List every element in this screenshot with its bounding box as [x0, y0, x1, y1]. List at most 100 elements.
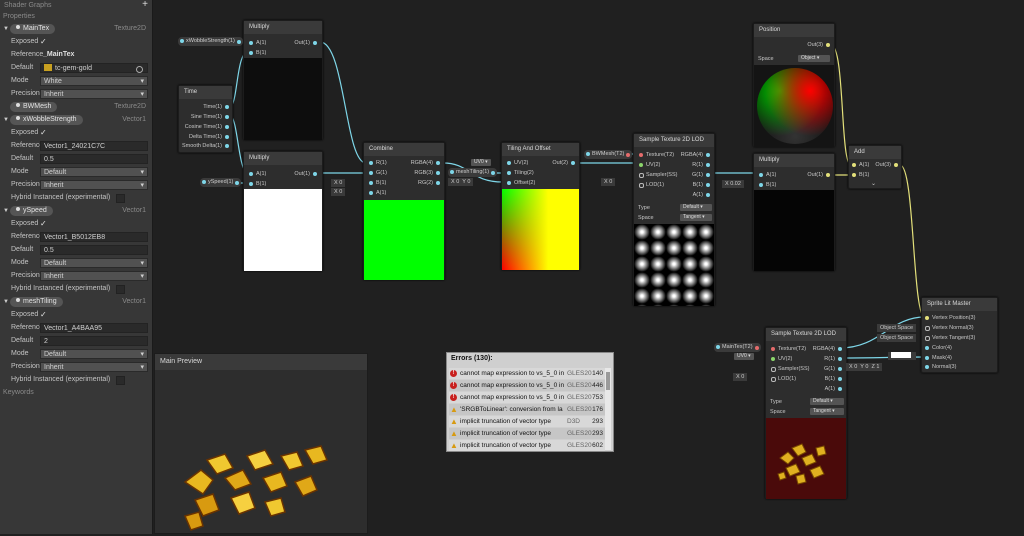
object-space-dropdown[interactable]: Object Space [877, 334, 917, 342]
sprite-lit-master-node[interactable]: Sprite Lit Master Vertex Position(3) Ver… [921, 297, 998, 373]
time-node[interactable]: Time Time(1) Sine Time(1) Cosine Time(1)… [178, 85, 233, 153]
output-port[interactable]: Out(3) [807, 42, 831, 48]
output-port-b[interactable]: B(1) [825, 376, 843, 382]
add-node[interactable]: Add A(1) B(1) Out(3) ⌄ [848, 145, 902, 189]
uv-channel-dropdown[interactable]: UV0 [471, 159, 491, 166]
main-preview-panel[interactable]: Main Preview [154, 353, 368, 534]
output-port-r[interactable]: R(1) [824, 356, 843, 362]
output-port-r[interactable]: R(1) [692, 162, 711, 168]
inline-x-field[interactable]: X 0 [733, 373, 748, 381]
input-port-uv[interactable]: UV(2) [506, 160, 528, 166]
inline-xy-field[interactable]: X 0 Y 0 [448, 178, 474, 186]
output-port-rgb[interactable]: RGB(3) [414, 170, 441, 176]
warning-row[interactable]: ▲ implicit truncation of vector type GLES2… [449, 440, 605, 451]
error-row[interactable]: ! cannot map expression to vs_5_0 in GLES2… [449, 368, 605, 379]
output-port-time[interactable]: Time(1) [203, 104, 230, 110]
output-port[interactable]: Out(3) [875, 162, 899, 168]
input-port-mask[interactable]: Mask(4) [924, 355, 952, 361]
inline-x-field[interactable]: X 0 [601, 178, 616, 186]
output-port-rgba[interactable]: RGBA(4) [813, 346, 843, 352]
input-port-a[interactable]: A(1) [248, 40, 266, 46]
combine-node[interactable]: Combine R(1) G(1) B(1) A(1) RGBA(4) RGB(… [363, 142, 445, 280]
multiply-node[interactable]: Multiply A(1) B(1) Out(1) [243, 20, 323, 140]
input-port-sampler[interactable]: Sampler(SS) [770, 366, 809, 372]
input-port-vertex-tangent[interactable]: Vertex Tangent(3) [924, 335, 975, 341]
output-port-g[interactable]: G(1) [824, 366, 843, 372]
sample-texture-lod-node[interactable]: Sample Texture 2D LOD Texture(T2) UV(2) … [765, 327, 847, 499]
pin-maintex[interactable]: MainTex(T2) [714, 343, 761, 352]
input-port-a[interactable]: A(1) [758, 172, 776, 178]
output-port-rgba[interactable]: RGBA(4) [411, 160, 441, 166]
multiply-node[interactable]: Multiply A(1) B(1) Out(1) [243, 151, 323, 271]
object-space-dropdown[interactable]: Object Space [877, 324, 917, 332]
input-port-b[interactable]: B(1) [851, 172, 869, 178]
output-port-g[interactable]: G(1) [692, 172, 711, 178]
warning-row[interactable]: ▲ 'SRGBToLinear': conversion from la GLES2… [449, 404, 605, 415]
warning-row[interactable]: ▲ implicit truncation of vector type D3D 29… [449, 416, 605, 427]
input-port-texture[interactable]: Texture(T2) [638, 152, 674, 158]
output-port-sine[interactable]: Sine Time(1) [191, 114, 230, 120]
node-preview [364, 200, 444, 280]
input-port-b[interactable]: B(1) [368, 180, 386, 186]
input-port-a[interactable]: A(1) [248, 171, 266, 177]
input-port-a[interactable]: A(1) [368, 190, 386, 196]
input-port-a[interactable]: A(1) [851, 162, 869, 168]
scrollbar-thumb[interactable] [606, 372, 610, 390]
input-port-tiling[interactable]: Tiling(2) [506, 170, 534, 176]
output-port[interactable]: Out(1) [807, 172, 831, 178]
output-port-a[interactable]: A(1) [825, 386, 843, 392]
inline-x-field[interactable]: X 0 [331, 179, 346, 187]
position-node[interactable]: Position Out(3) Space Object [753, 23, 835, 147]
pin-xwobblestrength[interactable]: xWobbleStrength(1) [178, 37, 243, 46]
input-port-lod[interactable]: LOD(1) [638, 182, 664, 188]
output-port-b[interactable]: B(1) [693, 182, 711, 188]
space-dropdown[interactable]: Object [798, 55, 830, 62]
input-port-uv[interactable]: UV(2) [638, 162, 660, 168]
pin-bwmesh[interactable]: BWMesh(T2) [584, 150, 633, 159]
output-port-cosine[interactable]: Cosine Time(1) [185, 124, 230, 130]
errors-scrollbar[interactable] [605, 368, 611, 450]
errors-panel[interactable]: Errors (130): ! cannot map expression to … [446, 352, 614, 452]
space-dropdown[interactable]: Tangent [680, 214, 712, 221]
warning-row[interactable]: ▲ implicit truncation of vector type GLES2… [449, 428, 605, 439]
inline-x-field[interactable]: X 0.02 [722, 180, 744, 188]
inline-xyz-field[interactable]: X 0 Y 0 Z 1 [846, 363, 883, 371]
input-port-r[interactable]: R(1) [368, 160, 387, 166]
multiply-node[interactable]: Multiply A(1) B(1) Out(1) [753, 153, 835, 271]
main-preview-title: Main Preview [155, 354, 367, 370]
output-port[interactable]: Out(2) [552, 160, 576, 166]
input-port-vertex-position[interactable]: Vertex Position(3) [924, 315, 975, 321]
error-row[interactable]: ! cannot map expression to vs_5_0 in GLES2… [449, 380, 605, 391]
error-row[interactable]: ! cannot map expression to vs_5_0 in GLES2… [449, 392, 605, 403]
input-port-b[interactable]: B(1) [758, 182, 776, 188]
sample-texture-lod-node[interactable]: Sample Texture 2D LOD Texture(T2) UV(2) … [633, 133, 715, 306]
input-port-b[interactable]: B(1) [248, 50, 266, 56]
input-port-sampler[interactable]: Sampler(SS) [638, 172, 677, 178]
input-port-b[interactable]: B(1) [248, 181, 266, 187]
input-port-vertex-normal[interactable]: Vertex Normal(3) [924, 325, 974, 331]
pin-meshtiling[interactable]: meshTiling(1) [448, 168, 498, 177]
output-port-rg[interactable]: RG(2) [418, 180, 441, 186]
output-port[interactable]: Out(1) [294, 40, 318, 46]
output-port-rgba[interactable]: RGBA(4) [681, 152, 711, 158]
type-dropdown[interactable]: Default [810, 398, 844, 405]
input-port-offset[interactable]: Offset(2) [506, 180, 535, 186]
input-port-texture[interactable]: Texture(T2) [770, 346, 806, 352]
output-port-smooth[interactable]: Smooth Delta(1) [182, 143, 230, 149]
inline-x-field[interactable]: X 0 [331, 188, 346, 196]
uv-channel-dropdown[interactable]: UV0 [734, 353, 754, 360]
output-port-delta[interactable]: Delta Time(1) [189, 134, 230, 140]
input-port-g[interactable]: G(1) [368, 170, 387, 176]
tiling-offset-node[interactable]: Tiling And Offset UV(2) Tiling(2) Offset… [501, 142, 580, 270]
input-port-color[interactable]: Color(4) [924, 345, 952, 351]
input-port-normal[interactable]: Normal(3) [924, 364, 956, 370]
space-dropdown[interactable]: Tangent [810, 408, 844, 415]
output-port-a[interactable]: A(1) [693, 192, 711, 198]
input-port-lod[interactable]: LOD(1) [770, 376, 796, 382]
collapse-chevron-icon[interactable]: ⌄ [871, 180, 876, 187]
pin-yspeed[interactable]: ySpeed(1) [200, 178, 242, 187]
color-swatch-field[interactable] [888, 352, 916, 360]
output-port[interactable]: Out(1) [294, 171, 318, 177]
type-dropdown[interactable]: Default [680, 204, 712, 211]
input-port-uv[interactable]: UV(2) [770, 356, 792, 362]
